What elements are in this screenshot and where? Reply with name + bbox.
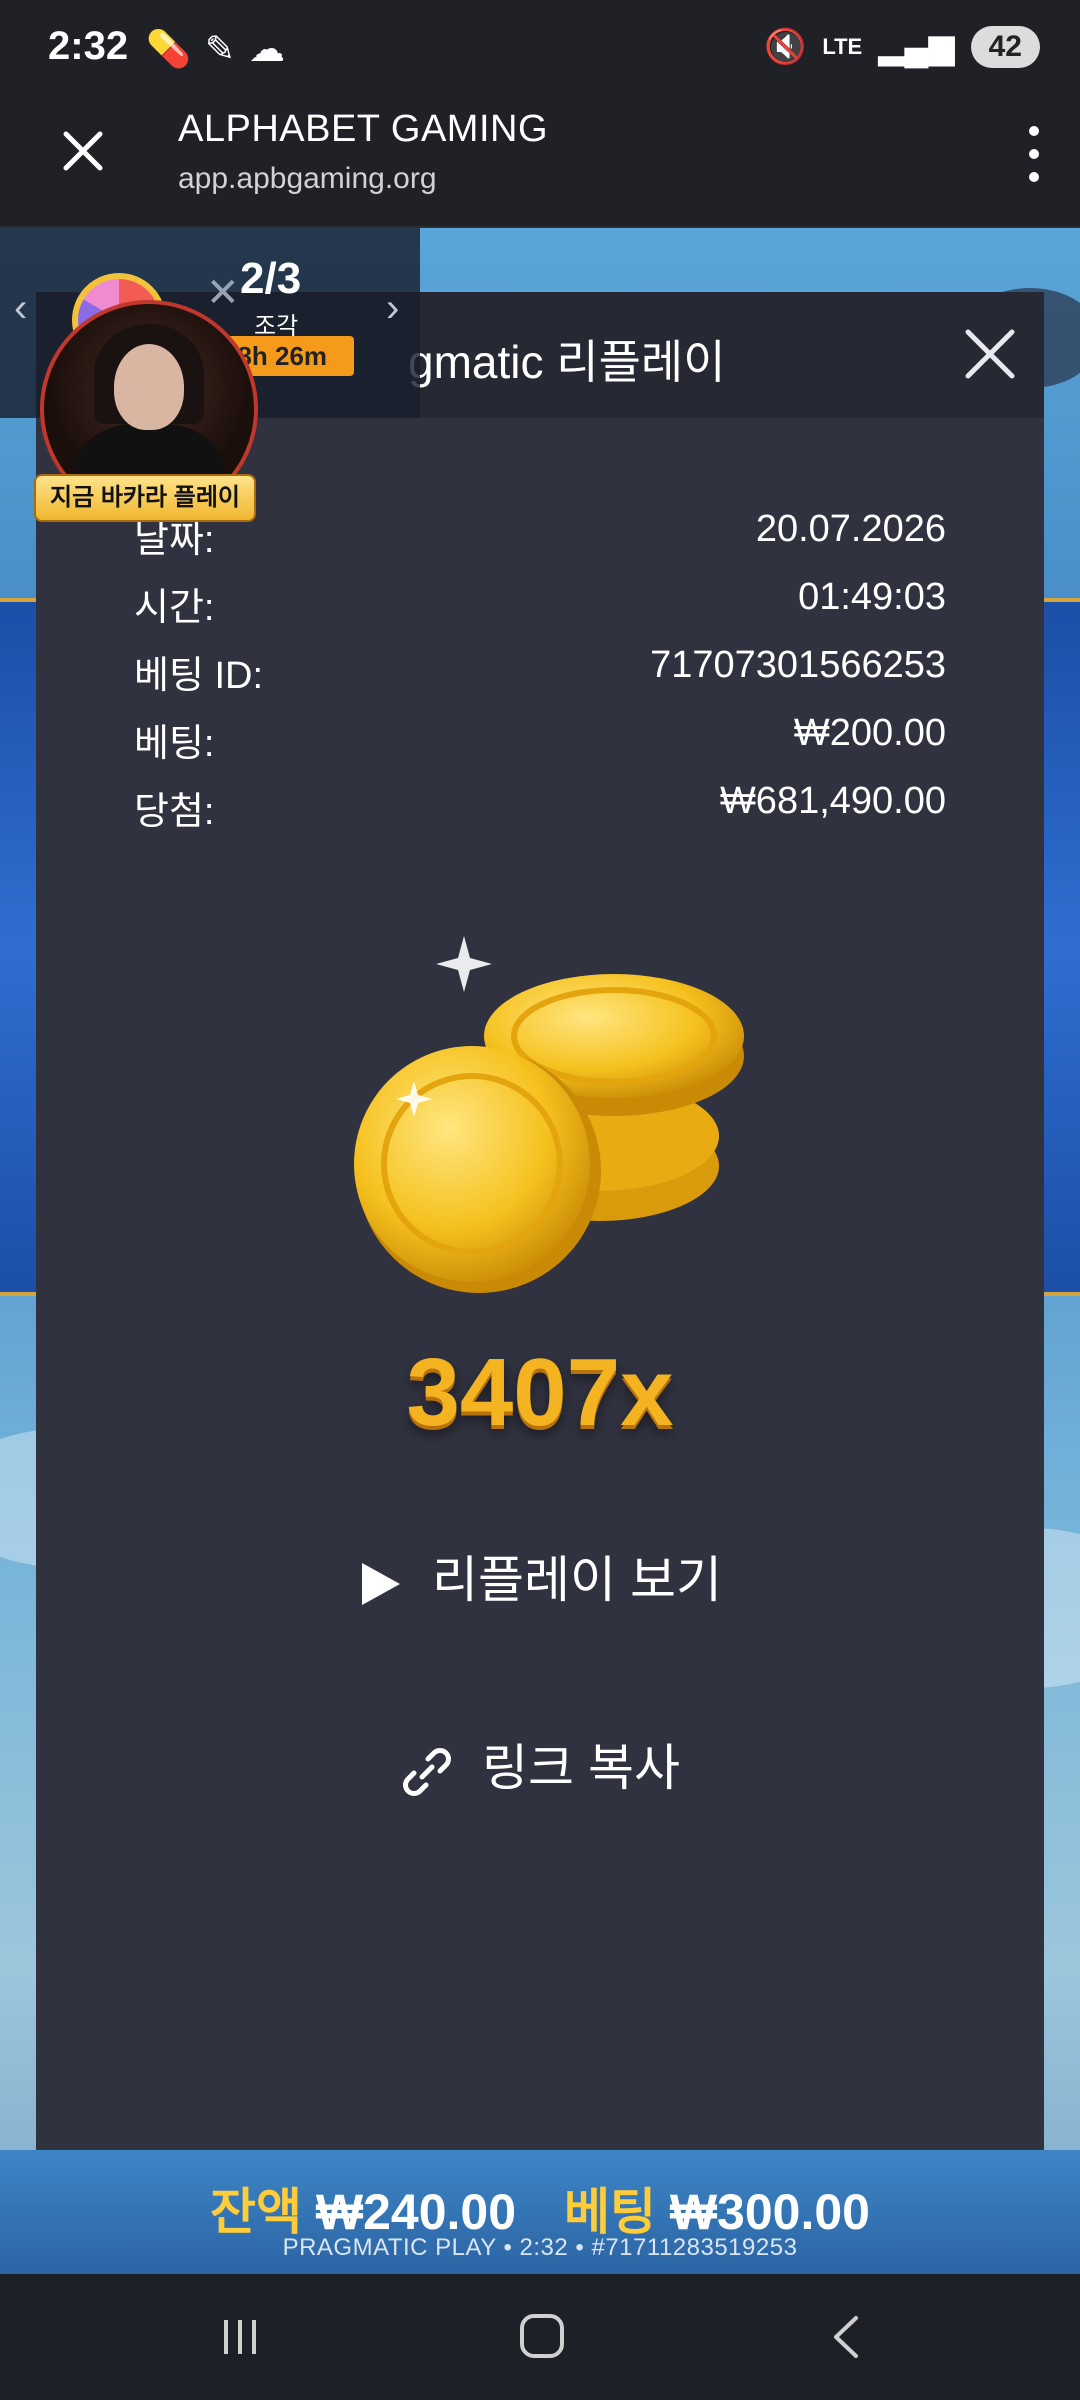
detail-value: 20.07.2026 bbox=[755, 508, 946, 550]
close-icon[interactable]: ✕ bbox=[206, 270, 240, 316]
copy-link-label: 링크 복사 bbox=[482, 1740, 680, 1796]
chat-icon: ☁ bbox=[249, 28, 285, 69]
detail-label: 베팅: bbox=[134, 723, 215, 765]
chevron-left-icon[interactable]: ‹ bbox=[14, 286, 27, 331]
balance-label: 잔액 bbox=[210, 2184, 303, 2240]
detail-value: ₩681,490.00 bbox=[719, 780, 946, 822]
close-icon[interactable] bbox=[58, 126, 108, 176]
bet-label: 베팅 bbox=[563, 2184, 656, 2240]
system-nav-bar bbox=[0, 2274, 1080, 2400]
detail-value: ₩200.00 bbox=[793, 712, 946, 754]
game-reel-edge-right bbox=[1040, 598, 1080, 1296]
detail-value: 71707301566253 bbox=[650, 644, 946, 686]
page-title: ALPHABET GAMING bbox=[178, 108, 549, 150]
detail-value: 01:49:03 bbox=[798, 576, 946, 618]
more-vert-icon[interactable] bbox=[1016, 126, 1052, 182]
copy-link-button[interactable]: 링크 복사 bbox=[36, 1728, 1044, 1800]
status-time: 2:32 bbox=[48, 24, 129, 68]
balance-value: ₩240.00 bbox=[315, 2184, 517, 2240]
page-url: app.apbgaming.org bbox=[178, 162, 437, 195]
gold-coins-icon bbox=[354, 936, 744, 1293]
detail-label: 당첨: bbox=[134, 791, 215, 833]
pill-icon: 💊 bbox=[146, 28, 191, 69]
system-icons: 🔇 LTE ▂▄▆ 42 bbox=[764, 26, 1040, 68]
close-icon[interactable] bbox=[960, 324, 1020, 384]
bet-value: ₩300.00 bbox=[669, 2184, 870, 2240]
watch-replay-button[interactable]: 리플레이 보기 bbox=[36, 1540, 1044, 1612]
home-icon[interactable] bbox=[520, 2314, 564, 2358]
notification-icons: 💊 ✎ ☁ bbox=[146, 28, 285, 70]
game-reel-edge-left bbox=[0, 598, 40, 1296]
detail-label: 시간: bbox=[134, 587, 215, 629]
replay-modal: gmatic 리플레이 날짜: 20.07.2026 시간: 01:49:03 … bbox=[36, 292, 1044, 2152]
promo-count: 2/3 bbox=[240, 254, 302, 303]
watch-replay-label: 리플레이 보기 bbox=[432, 1552, 722, 1608]
chevron-right-icon[interactable]: › bbox=[386, 286, 399, 331]
back-icon[interactable] bbox=[826, 2314, 866, 2360]
multiplier-value: 3407x bbox=[406, 1339, 674, 1446]
browser-toolbar: ALPHABET GAMING app.apbgaming.org bbox=[0, 96, 1080, 228]
game-balance-bar: 잔액 ₩240.00 베팅 ₩300.00 PRAGMATIC PLAY • 2… bbox=[0, 2150, 1080, 2274]
battery-indicator: 42 bbox=[970, 26, 1040, 68]
game-footer-text: PRAGMATIC PLAY • 2:32 • #71711283519253 bbox=[282, 2234, 798, 2261]
mute-icon: 🔇 bbox=[763, 28, 807, 66]
recent-apps-icon[interactable] bbox=[220, 2318, 260, 2356]
link-icon bbox=[403, 1747, 452, 1796]
signal-icon: ▂▄▆ bbox=[878, 28, 955, 66]
play-baccarat-button[interactable]: 지금 바카라 플레이 bbox=[34, 474, 256, 522]
status-bar: 2:32 💊 ✎ ☁ 🔇 LTE ▂▄▆ 42 bbox=[0, 0, 1080, 96]
edit-icon: ✎ bbox=[204, 28, 235, 69]
play-icon bbox=[362, 1562, 401, 1605]
network-label: LTE bbox=[822, 34, 863, 59]
modal-title: gmatic 리플레이 bbox=[408, 336, 726, 388]
detail-label: 베팅 ID: bbox=[134, 655, 264, 697]
